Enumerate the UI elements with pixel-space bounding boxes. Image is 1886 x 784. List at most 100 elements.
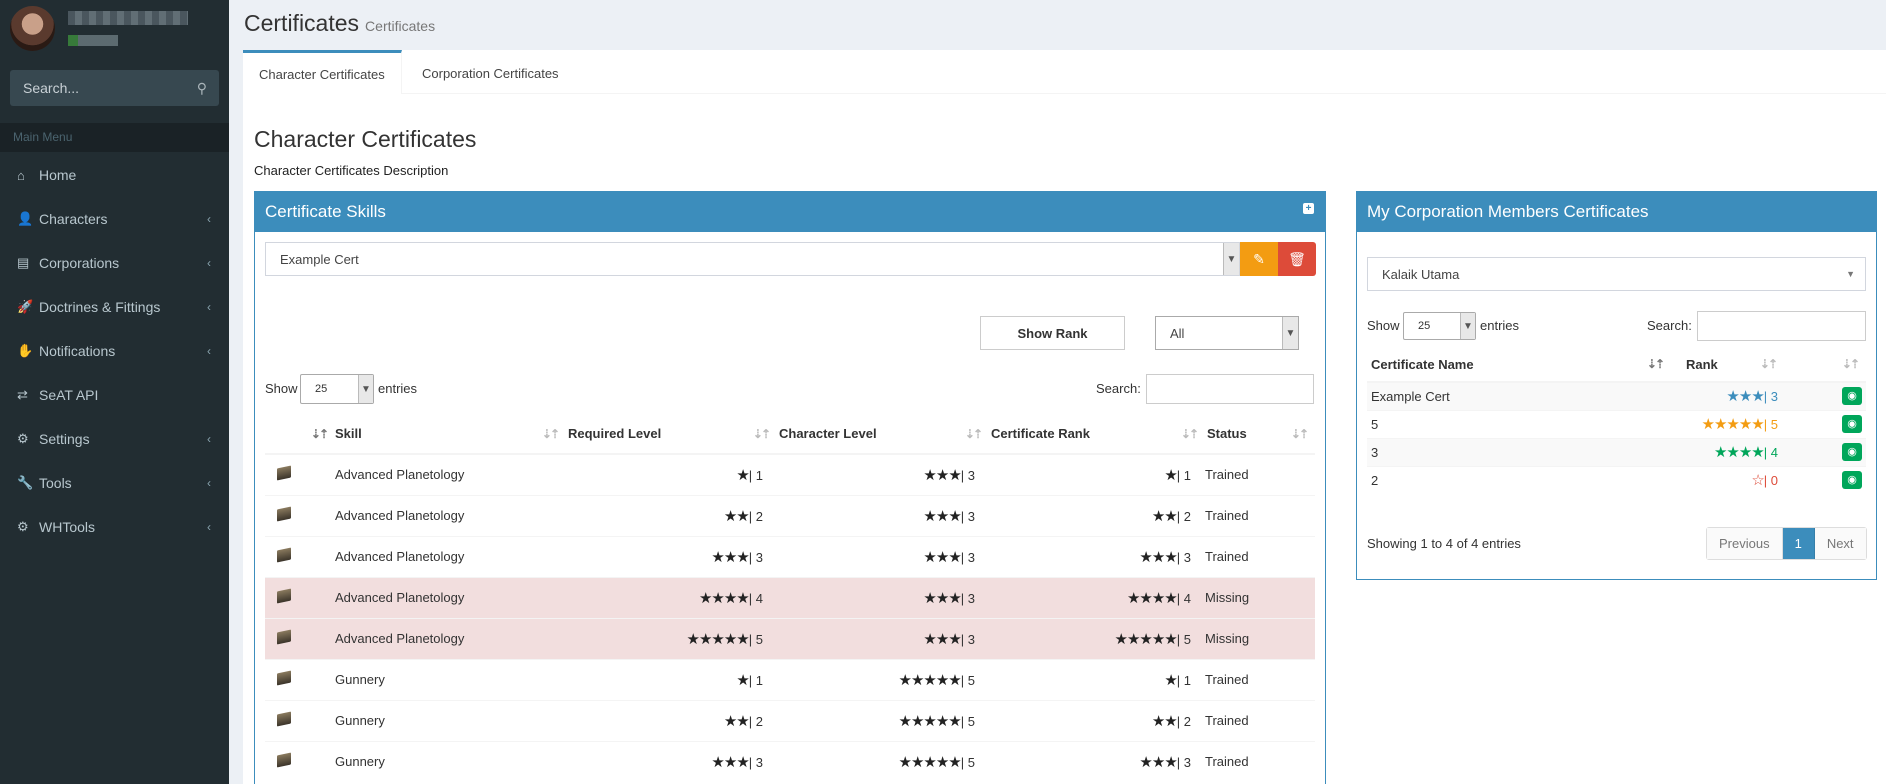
corp-search-input[interactable] [1697, 311, 1866, 341]
required-level: ★★★| 3 [566, 740, 777, 782]
avatar[interactable] [10, 6, 55, 51]
sidebar-item[interactable]: ⇄ SeAT API [0, 373, 229, 417]
sort-icon: ⇣⇡ [1290, 427, 1309, 441]
level-separator: | [748, 672, 756, 688]
column-required-level[interactable]: Required Level ⇣⇡ [566, 414, 777, 455]
star-rating: ★★★ [923, 507, 961, 525]
skill-name: Gunnery [335, 699, 566, 741]
level-value: 3 [1183, 754, 1191, 770]
chevron-left-icon: ‹ [207, 432, 211, 446]
chevron-down-icon: ▼ [358, 375, 373, 403]
building-icon: ▤ [17, 255, 30, 270]
star-rating: ★★★★★ [898, 671, 962, 689]
column-status[interactable]: Status ⇣⇡ [1205, 414, 1315, 455]
menu-header: Main Menu [0, 123, 229, 152]
sidebar-item-label: Notifications [39, 343, 116, 359]
sidebar-item[interactable]: ⚙ WHTools ‹ [0, 505, 229, 549]
delete-certificate-button[interactable]: 🗑 [1278, 242, 1316, 276]
column-certificate-name[interactable]: Certificate Name ⇣⇡ [1367, 348, 1671, 383]
page-title-text: Certificates [244, 10, 360, 36]
sidebar-menu: ⌂ Home 👤 Characters ‹ ▤ Corporations ‹ 🚀 Doctrine… [0, 153, 229, 549]
skill-icon-cell [265, 494, 335, 536]
pagination-page-1[interactable]: 1 [1782, 528, 1815, 559]
table-row: Advanced Planetology ★| 1 ★★★| 3 ★| 1 Traine… [265, 453, 1315, 495]
search-icon[interactable]: ⚲ [197, 80, 207, 97]
pagination-previous[interactable]: Previous [1707, 528, 1783, 559]
rocket-icon: 🚀 [17, 299, 34, 314]
level-value: 1 [755, 467, 763, 483]
corp-page-length-select[interactable]: 25 ▼ [1403, 312, 1476, 340]
column-certificate-rank[interactable]: Certificate Rank ⇣⇡ [989, 414, 1205, 455]
sidebar-item[interactable]: 🚀 Doctrines & Fittings ‹ [0, 285, 229, 329]
certificate-rank: ★★★★| 4 [1671, 437, 1784, 466]
skills-search-input[interactable] [1146, 374, 1314, 404]
cogs-icon: ⚙ [17, 431, 29, 446]
column-skill[interactable]: Skill ⇣⇡ [335, 414, 566, 455]
star-rating: ★ [736, 466, 749, 484]
column-rank-label: Rank [1686, 357, 1718, 372]
star-rating: ★★★ [923, 630, 961, 648]
edit-certificate-button[interactable]: ✎ [1240, 242, 1278, 276]
certificate-rank: ★| 1 [989, 658, 1205, 700]
tab-corporation-certificates[interactable]: Corporation Certificates [406, 50, 575, 94]
skill-icon-cell [265, 740, 335, 782]
skillbook-icon [277, 465, 291, 481]
skillbook-icon [277, 670, 291, 686]
level-separator: | [960, 631, 968, 647]
sidebar-item[interactable]: 🔧 Tools ‹ [0, 461, 229, 505]
column-rank[interactable]: Rank ⇣⇡ [1671, 348, 1784, 383]
sidebar-item[interactable]: ✋ Notifications ‹ [0, 329, 229, 373]
star-rating: ★★★ [1726, 388, 1764, 406]
level-value: 4 [755, 590, 763, 606]
entries-label: entries [1480, 318, 1520, 333]
member-select[interactable]: Kalaik Utama ▼ [1367, 257, 1866, 291]
chevron-down-icon: ▼ [1223, 243, 1239, 275]
column-character-level[interactable]: Character Level ⇣⇡ [777, 414, 989, 455]
tab-character-certificates[interactable]: Character Certificates [243, 50, 402, 94]
panel-header: My Corporation Members Certificates [1357, 192, 1876, 232]
level-separator: | [1176, 754, 1184, 770]
sort-icon: ⇣⇡ [1180, 427, 1199, 441]
view-button[interactable]: ◉ [1842, 387, 1862, 406]
pagination-next[interactable]: Next [1814, 528, 1866, 559]
skill-status: Trained [1205, 535, 1315, 577]
table-row: Advanced Planetology ★★★★| 4 ★★★| 3 ★★★★| 4… [265, 576, 1315, 618]
sidebar-search-input[interactable] [10, 70, 180, 106]
page-length-select[interactable]: 25 ▼ [300, 374, 374, 404]
expand-icon[interactable]: + [1303, 203, 1314, 214]
character-level: ★★★| 3 [777, 576, 989, 618]
certificate-select[interactable]: Example Cert ▼ [265, 242, 1240, 276]
level-separator: | [1176, 549, 1184, 565]
exchange-icon: ⇄ [17, 387, 28, 402]
star-rating: ★★★ [1139, 548, 1177, 566]
sidebar-item[interactable]: ▤ Corporations ‹ [0, 241, 229, 285]
view-button[interactable]: ◉ [1842, 415, 1862, 433]
sidebar-item[interactable]: 👤 Characters ‹ [0, 197, 229, 241]
star-rating: ★★★★★ [898, 753, 962, 771]
show-rank-button[interactable]: Show Rank [980, 316, 1125, 350]
column-skill-label: Skill [335, 426, 362, 441]
icon-column-header[interactable]: ⇣⇡ [265, 414, 335, 455]
entries-label: entries [378, 381, 418, 396]
sidebar-item-label: Doctrines & Fittings [39, 299, 161, 315]
sidebar-item[interactable]: ⚙ Settings ‹ [0, 417, 229, 461]
trash-icon: 🗑 [1288, 250, 1306, 267]
table-row: Example Cert ★★★| 3 ◉ [1367, 381, 1866, 410]
level-separator: | [1176, 672, 1184, 688]
sidebar-item[interactable]: ⌂ Home [0, 153, 229, 197]
chevron-down-icon: ▼ [1282, 317, 1298, 349]
table-row: 3 ★★★★| 4 ◉ [1367, 437, 1866, 466]
view-button[interactable]: ◉ [1842, 443, 1862, 461]
column-status-label: Status [1207, 426, 1247, 441]
home-icon: ⌂ [17, 167, 25, 183]
required-level: ★★★| 3 [566, 535, 777, 577]
status-filter-select[interactable]: All ▼ [1155, 316, 1299, 350]
star-rating: ★★★★★ [898, 712, 962, 730]
sort-icon: ⇣⇡ [1759, 357, 1778, 371]
view-button[interactable]: ◉ [1842, 471, 1862, 490]
level-value: 3 [755, 549, 763, 565]
chevron-left-icon: ‹ [207, 256, 211, 270]
skill-icon-cell [265, 453, 335, 495]
level-separator: | [1176, 508, 1184, 524]
column-actions[interactable]: ⇣⇡ [1784, 348, 1866, 383]
